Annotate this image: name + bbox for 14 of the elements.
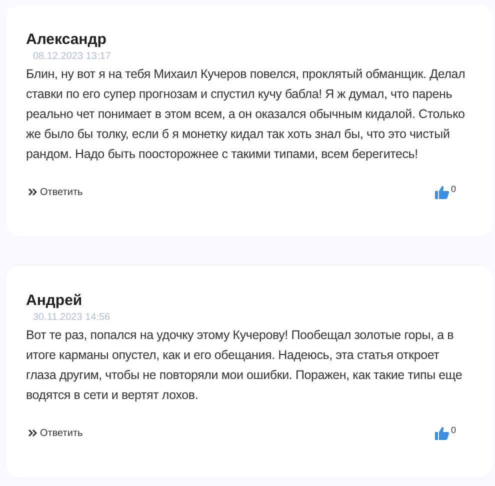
double-chevron-icon: [28, 188, 37, 196]
double-chevron-icon: [28, 429, 37, 437]
comment-date: 30.11.2023 14:56: [33, 311, 110, 325]
like-button[interactable]: 0: [434, 185, 456, 199]
thumbs-up-icon: [434, 426, 449, 440]
author-name: Александр: [26, 30, 108, 50]
thumbs-up-icon: [434, 185, 449, 199]
comment-text: Вот те раз, попался на удочку этому Кучерову! Пообещал золотые горы, а в итоге карманы опустел, как и его обещания. Надеюсь, эта статья откроет глаза другим, чтобы не повторяли мои ошибки. Поражен, как такие типы еще водятся в сети и вертят лохов.: [26, 327, 464, 404]
reply-button[interactable]: Ответить: [28, 426, 83, 440]
comment-date: 08.12.2023 13:17: [33, 50, 111, 64]
reply-button[interactable]: Ответить: [28, 184, 83, 200]
author-name: Андрей: [26, 291, 84, 311]
like-button[interactable]: 0: [434, 426, 456, 440]
comment-text: Блин, ну вот я на тебя Михаил Кучеров повелся, проклятый обманщик. Делал ставки по его супер прогнозам и спустил кучу бабла! Я ж думал, что парень реально чет понимает в этом всем, а он оказался обычным кидалой. Столько же было бы толку, если б я монетку кидал так хоть знал бы, что это чистый рандом. Надо быть поосторожнее с такими типами, всем берегитесь!: [26, 66, 466, 163]
